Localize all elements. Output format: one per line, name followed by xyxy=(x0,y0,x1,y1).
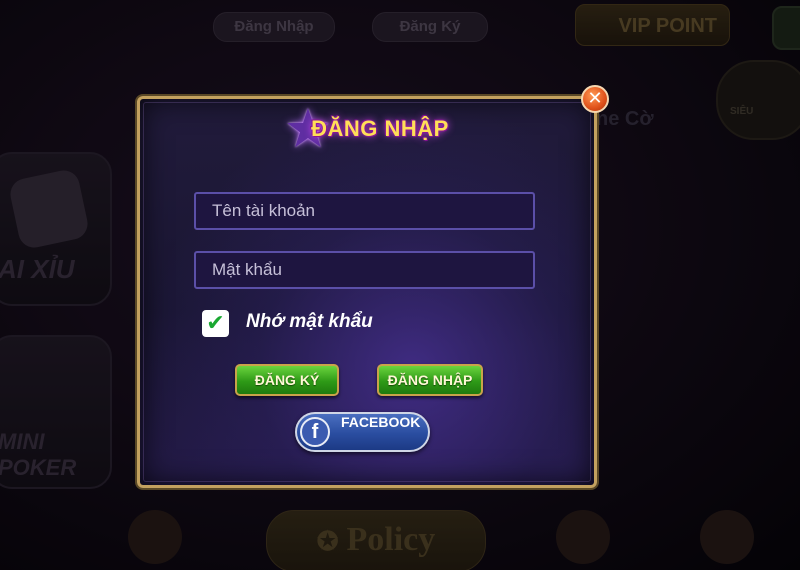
register-button[interactable]: ĐĂNG KÝ xyxy=(235,364,339,396)
remember-checkbox[interactable]: ✔ xyxy=(202,310,229,337)
facebook-label: FACEBOOK xyxy=(341,414,421,430)
remember-label: Nhớ mật khẩu xyxy=(246,311,373,332)
dialog-title: ★ ĐĂNG NHẬP xyxy=(283,102,457,156)
facebook-login-button[interactable]: f FACEBOOK xyxy=(295,412,430,452)
login-button[interactable]: ĐĂNG NHẬP xyxy=(377,364,483,396)
dialog-title-text: ĐĂNG NHẬP xyxy=(311,116,449,141)
facebook-icon: f xyxy=(300,417,330,447)
close-icon[interactable]: ✕ xyxy=(581,85,609,113)
username-input[interactable] xyxy=(194,192,535,230)
password-input[interactable] xyxy=(194,251,535,289)
game-screen: Đăng Nhập Đăng Ký VIP POINT SIÊU ne Cờ A… xyxy=(0,0,800,570)
